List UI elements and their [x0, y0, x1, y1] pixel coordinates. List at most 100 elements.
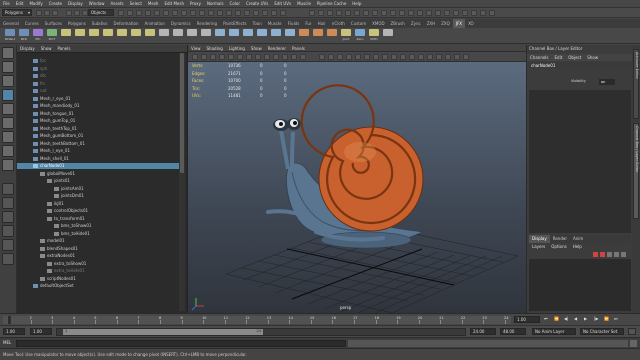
selection-mode-dropdown[interactable]: Objects	[88, 9, 114, 16]
menu-edit[interactable]: Edit	[13, 0, 27, 8]
statusline-tool-icon[interactable]	[163, 10, 169, 16]
shelf-button[interactable]	[326, 29, 338, 43]
shelf-tab-painteffects[interactable]: PaintEffects	[220, 19, 250, 28]
outliner-item[interactable]: extra_toHide01	[17, 268, 179, 274]
menu-mesh[interactable]: Mesh	[145, 0, 162, 8]
select-tool-icon[interactable]	[2, 47, 14, 59]
play-forwards-icon[interactable]: ▶	[584, 317, 587, 321]
viewport-toolbar-icon[interactable]	[436, 54, 442, 60]
shelf-button[interactable]	[284, 29, 296, 43]
viewport-toolbar-icon[interactable]	[337, 54, 343, 60]
shelf-button[interactable]: BkD	[18, 29, 30, 43]
single-view-layout-icon[interactable]	[2, 183, 14, 195]
current-time-indicator[interactable]	[8, 316, 11, 324]
character-set-dropdown[interactable]: No Character Set	[580, 328, 624, 335]
select-object-icon[interactable]	[74, 10, 80, 16]
shelf-button[interactable]	[270, 29, 282, 43]
viewport-menu-lighting[interactable]: Lighting	[226, 45, 248, 52]
statusline-tool-icon[interactable]	[244, 10, 250, 16]
viewport-toolbar-icon[interactable]	[319, 54, 325, 60]
statusline-tool-icon[interactable]	[444, 10, 450, 16]
statusline-tool-icon[interactable]	[390, 10, 396, 16]
scale-tool-icon[interactable]	[2, 117, 14, 129]
viewport-menu-show[interactable]: Show	[248, 45, 265, 52]
outliner-menu-display[interactable]: Display	[17, 45, 38, 53]
outliner-item[interactable]: fpc	[17, 58, 179, 64]
viewport-toolbar-icon[interactable]	[282, 54, 288, 60]
statusline-tool-icon[interactable]	[280, 10, 286, 16]
statusline-tool-icon[interactable]	[354, 10, 360, 16]
select-hierarchy-icon[interactable]	[66, 10, 72, 16]
statusline-tool-icon[interactable]	[253, 10, 259, 16]
current-frame-field[interactable]: 1.00	[514, 316, 540, 323]
viewport-toolbar-icon[interactable]	[400, 54, 406, 60]
menu-muscle[interactable]: Muscle	[294, 0, 314, 8]
menu-select[interactable]: Select	[127, 0, 145, 8]
outliner-item[interactable]: dtc	[17, 73, 179, 79]
outliner-item[interactable]: to_transform01	[17, 216, 179, 222]
range-slider-handle[interactable]: 1 24	[63, 329, 263, 335]
statusline-tool-icon[interactable]	[309, 10, 315, 16]
visibility-attribute-row[interactable]: Visibility on	[571, 79, 629, 86]
outliner-item[interactable]: nat	[17, 88, 179, 94]
viewport-toolbar-icon[interactable]	[237, 54, 243, 60]
persp-graph-layout-icon[interactable]	[2, 225, 14, 237]
time-slider-track[interactable]: 123456789101112131415161718192021222324	[3, 316, 511, 324]
shelf-button[interactable]: Zero	[354, 29, 366, 43]
move-tool-icon[interactable]	[2, 89, 14, 101]
layer-tab-display[interactable]: Display	[529, 235, 550, 243]
play-backwards-icon[interactable]: ◀	[574, 317, 577, 321]
statusline-tool-icon[interactable]	[118, 10, 124, 16]
shelf-tab-zxq[interactable]: ZXQ	[438, 19, 453, 28]
channel-box-tab[interactable]: Channel Box / Layer Editor	[633, 123, 639, 219]
command-language-label[interactable]: MEL	[3, 341, 11, 345]
shelf-button[interactable]	[200, 29, 212, 43]
shelf-button[interactable]	[214, 29, 226, 43]
rotate-tool-icon[interactable]	[2, 103, 14, 115]
channel-menu-edit[interactable]: Edit	[552, 54, 566, 61]
menu-display[interactable]: Display	[65, 0, 86, 8]
layer-options-icon[interactable]	[621, 252, 626, 257]
shelf-tab-xmod[interactable]: XMOD	[369, 19, 387, 28]
statusline-tool-icon[interactable]	[154, 10, 160, 16]
shelf-tab-rendering[interactable]: Rendering	[194, 19, 220, 28]
statusline-tool-icon[interactable]	[435, 10, 441, 16]
side-by-side-layout-icon[interactable]	[2, 211, 14, 223]
outliner-item[interactable]: Mesh_gumBottom_01	[17, 133, 179, 139]
viewport-toolbar-icon[interactable]	[219, 54, 225, 60]
shelf-button[interactable]	[102, 29, 114, 43]
open-scene-icon[interactable]	[44, 10, 50, 16]
menu-window[interactable]: Window	[86, 0, 108, 8]
shelf-button[interactable]: Joint	[340, 29, 352, 43]
menu-assets[interactable]: Assets	[108, 0, 127, 8]
attribute-editor-tab[interactable]: Attribute Editor	[633, 49, 639, 119]
playback-start-field[interactable]: 1.00	[30, 328, 52, 335]
soft-mod-tool-icon[interactable]	[2, 145, 14, 157]
outliner-item[interactable]: scriptNodes01	[17, 276, 179, 282]
outliner-item[interactable]: jointsDm01	[17, 193, 179, 199]
shelf-button[interactable]	[74, 29, 86, 43]
menu-create-uvs[interactable]: Create UVs	[243, 0, 271, 8]
statusline-tool-icon[interactable]	[336, 10, 342, 16]
new-layer-selected-icon[interactable]	[600, 252, 605, 257]
shelf-button[interactable]	[130, 29, 142, 43]
shelf-button[interactable]	[382, 29, 394, 43]
channel-box-node-name[interactable]: charNode01	[529, 62, 631, 69]
shelf-tab-fluids[interactable]: Fluids	[285, 19, 303, 28]
shelf-button[interactable]: Bkt&Lt	[4, 29, 16, 43]
viewport-menu-panels[interactable]: Panels	[289, 45, 308, 52]
statusline-tool-icon[interactable]	[453, 10, 459, 16]
move-layer-down-icon[interactable]	[614, 252, 619, 257]
outliner-item[interactable]: ikJ01	[17, 201, 179, 207]
viewport-toolbar-icon[interactable]	[445, 54, 451, 60]
outliner-item[interactable]: extraNodes01	[17, 253, 179, 259]
auto-key-icon[interactable]	[628, 328, 636, 335]
statusline-tool-icon[interactable]	[172, 10, 178, 16]
shelf-button[interactable]	[242, 29, 254, 43]
viewport-toolbar-icon[interactable]	[264, 54, 270, 60]
viewport-menu-view[interactable]: View	[188, 45, 204, 52]
statusline-tool-icon[interactable]	[208, 10, 214, 16]
statusline-tool-icon[interactable]	[145, 10, 151, 16]
outliner-item[interactable]: defaultObjectSet	[17, 283, 179, 289]
persp-hypershade-layout-icon[interactable]	[2, 253, 14, 265]
